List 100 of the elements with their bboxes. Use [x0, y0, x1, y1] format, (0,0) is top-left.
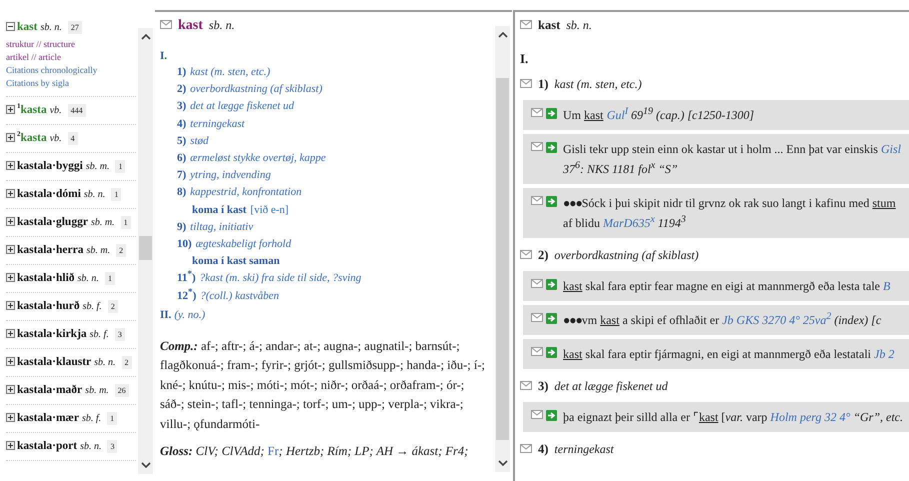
- sense-gloss[interactable]: terningekast: [190, 118, 245, 130]
- envelope-icon[interactable]: [520, 381, 532, 390]
- envelope-icon[interactable]: [531, 347, 543, 356]
- sense-gloss[interactable]: det at lægge fiskenet ud: [190, 100, 294, 112]
- arrow-icon[interactable]: [546, 196, 557, 207]
- sense-gloss[interactable]: ?kast (m. ski) fra side til side, ?sving: [200, 272, 362, 284]
- sense-number: 8): [177, 186, 186, 198]
- headword-link[interactable]: kastala·byggi: [17, 160, 83, 172]
- envelope-icon[interactable]: [531, 196, 543, 205]
- headword-link[interactable]: kastala·klaustr: [17, 356, 92, 368]
- scroll-thumb[interactable]: [496, 78, 509, 440]
- headword-link[interactable]: kastala·gluggr: [17, 216, 88, 228]
- entry-link[interactable]: artikel // article: [6, 51, 61, 64]
- scrollbar[interactable]: [138, 28, 153, 474]
- sense-gloss[interactable]: ytring, indvending: [190, 169, 271, 182]
- headword-link[interactable]: kastala·herra: [17, 244, 84, 256]
- citation-text: kast skal fara eptir fear magne en eigi at mannmergð eða lesta tale B: [563, 278, 890, 295]
- sense-number: 10): [177, 238, 192, 250]
- expand-icon[interactable]: [6, 385, 15, 394]
- headword-link[interactable]: kastala·hurð: [17, 300, 80, 312]
- headword-link[interactable]: $^{1}$kasta: [17, 104, 47, 116]
- expand-icon[interactable]: [6, 301, 15, 310]
- expand-icon[interactable]: [6, 329, 15, 338]
- scrollbar[interactable]: [495, 26, 510, 472]
- expand-icon[interactable]: [6, 105, 15, 114]
- count-badge: 4: [68, 132, 78, 145]
- envelope-icon[interactable]: [531, 142, 543, 151]
- expand-icon[interactable]: [6, 133, 15, 142]
- count-badge: 2: [108, 300, 118, 313]
- sense-gloss[interactable]: kast (m. sten, etc.): [190, 66, 270, 78]
- scroll-up-icon[interactable]: [140, 34, 150, 40]
- envelope-icon[interactable]: [531, 313, 543, 322]
- arrow-icon[interactable]: [546, 108, 557, 119]
- sense-number: 2): [538, 248, 548, 263]
- sense-number: 4): [177, 118, 186, 130]
- gloss-paragraph: Gloss: ClV; ClVAdd; Fr; Hertzb; Rím; LP; AH → ákast; Fr4;: [160, 444, 470, 460]
- source-link[interactable]: Jb 2: [874, 347, 894, 361]
- part-of-speech: sb. m.: [90, 217, 115, 228]
- envelope-icon[interactable]: [520, 444, 532, 453]
- sense-gloss[interactable]: stød: [190, 134, 209, 147]
- sense-gloss[interactable]: overbordkastning (af skiblast): [190, 83, 322, 96]
- headword-link[interactable]: kastala·port: [17, 440, 78, 452]
- envelope-icon[interactable]: [160, 20, 172, 29]
- headword-link[interactable]: kastala·maðr: [17, 384, 82, 396]
- scroll-down-icon[interactable]: [140, 462, 150, 468]
- sense-gloss[interactable]: ?(coll.) kastvåben: [200, 290, 280, 302]
- source-link[interactable]: Holm perg 32 4°: [770, 410, 850, 424]
- headword-link[interactable]: kastala·hlið: [17, 272, 75, 284]
- entry-link[interactable]: Citations chronologically: [6, 64, 98, 77]
- entry-link[interactable]: Citations by sigla: [6, 77, 69, 90]
- headword-link[interactable]: kastala·kirkja: [17, 328, 87, 340]
- envelope-icon[interactable]: [520, 79, 532, 88]
- envelope-icon[interactable]: [520, 250, 532, 259]
- expand-icon[interactable]: [6, 217, 15, 226]
- expand-icon[interactable]: [6, 413, 15, 422]
- part-of-speech: sb. n.: [40, 22, 62, 33]
- expand-icon[interactable]: [6, 357, 15, 366]
- source-link[interactable]: Fr: [268, 444, 279, 458]
- envelope-icon[interactable]: [531, 410, 543, 419]
- envelope-icon[interactable]: [531, 108, 543, 117]
- expand-icon[interactable]: [6, 441, 15, 450]
- sense-gloss[interactable]: ærmeløst stykke overtøj, kappe: [190, 152, 326, 164]
- scroll-thumb[interactable]: [139, 236, 152, 260]
- source-link[interactable]: Jb GKS 3270 4° 25va$^{2}$: [722, 313, 832, 327]
- collapse-icon[interactable]: [6, 22, 15, 31]
- expand-icon[interactable]: [6, 161, 15, 170]
- phrase[interactable]: koma í kast: [192, 204, 246, 216]
- source-link[interactable]: B: [882, 279, 890, 293]
- scroll-up-icon[interactable]: [498, 32, 508, 38]
- sense-gloss[interactable]: ægteskabeligt forhold: [196, 238, 292, 250]
- source-link[interactable]: Gisl: [880, 142, 901, 156]
- source-link[interactable]: MarD635$^{x}$: [603, 216, 655, 230]
- source-link[interactable]: Gul$^{I}$: [606, 108, 628, 122]
- envelope-icon[interactable]: [531, 279, 543, 288]
- part-of-speech: sb. n.: [80, 441, 102, 452]
- expand-icon[interactable]: [6, 245, 15, 254]
- sense-gloss[interactable]: tiltag, initiativ: [190, 220, 254, 233]
- part-of-speech: sb. n.: [566, 18, 592, 33]
- sense-number: 3): [177, 100, 186, 112]
- arrow-icon[interactable]: [546, 142, 557, 153]
- envelope-icon[interactable]: [520, 20, 532, 29]
- part-of-speech: sb. m.: [85, 385, 109, 396]
- expand-icon[interactable]: [6, 189, 15, 198]
- arrow-icon[interactable]: [546, 279, 557, 290]
- entry-link[interactable]: struktur // structure: [6, 38, 75, 51]
- citation-text: kast skal fara eptir fjármagni, en eigi at mannmergð eða lestatali Jb 2: [563, 346, 894, 363]
- scroll-down-icon[interactable]: [498, 460, 508, 466]
- headword-link[interactable]: kastala·mær: [17, 412, 79, 424]
- expand-icon[interactable]: [6, 273, 15, 282]
- sense-number: 5): [177, 134, 186, 147]
- arrow-icon[interactable]: [546, 410, 557, 421]
- arrow-icon[interactable]: [546, 347, 557, 358]
- count-badge: 1: [111, 188, 122, 201]
- headword-link[interactable]: $^{2}$kasta: [17, 132, 47, 144]
- arrow-icon[interactable]: [546, 313, 557, 324]
- headword-link[interactable]: kast: [17, 21, 38, 33]
- headword-link[interactable]: kastala·dómi: [17, 188, 81, 200]
- phrase[interactable]: koma í kast saman: [192, 255, 280, 268]
- sense-gloss[interactable]: kappestrid, konfrontation: [190, 186, 302, 198]
- section-numeral: I.: [520, 51, 530, 67]
